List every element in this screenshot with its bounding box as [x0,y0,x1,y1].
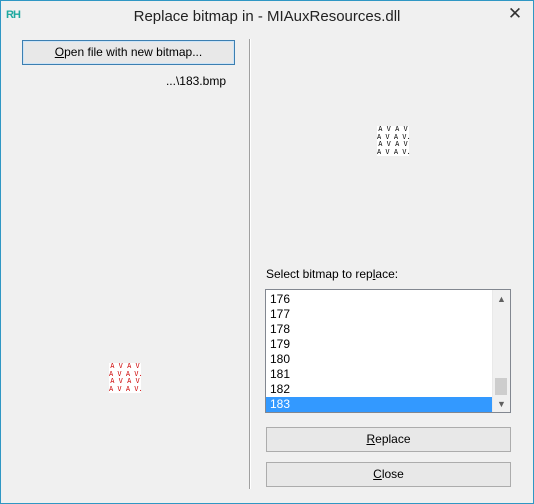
new-bitmap-preview: A V A V A V A V. A V A V A V A V. [109,362,143,393]
replace-button-label: eplace [375,432,411,446]
open-file-button-label: pen file with new bitmap... [64,45,203,59]
bitmap-listbox[interactable]: 176 177 178 179 180 181 182 183 ▲ ▼ [265,289,511,413]
list-item[interactable]: 182 [266,382,494,397]
scroll-thumb[interactable] [495,378,507,395]
list-item-selected[interactable]: 183 [266,397,494,412]
pane-divider-highlight [250,39,251,489]
list-item[interactable]: 179 [266,337,494,352]
preview-line: A V A V. [109,384,143,393]
scroll-down-icon[interactable]: ▼ [496,397,507,411]
close-button[interactable]: Close [266,462,511,487]
listbox-scrollbar[interactable]: ▲ ▼ [492,290,510,412]
open-file-button-accel: O [54,45,65,59]
close-window-icon[interactable]: ✕ [505,4,525,24]
title-bar[interactable]: RH Replace bitmap in - MIAuxResources.dl… [1,1,533,31]
close-button-accel: C [373,467,382,481]
list-item[interactable]: 177 [266,307,494,322]
select-bitmap-label: Select bitmap to replace: [266,267,398,281]
file-path-label: ...\183.bmp [165,74,226,88]
open-file-button[interactable]: Open file with new bitmap... [22,40,235,65]
replace-button-accel: R [366,432,376,446]
preview-line: A V A V. [377,147,411,156]
dialog-window: RH Replace bitmap in - MIAuxResources.dl… [0,0,534,504]
label-text-end: ace: [375,267,399,281]
window-title: Replace bitmap in - MIAuxResources.dll [133,8,401,25]
scroll-up-icon[interactable]: ▲ [496,292,507,306]
list-item[interactable]: 180 [266,352,494,367]
replace-button[interactable]: Replace [266,427,511,452]
current-bitmap-preview: A V A V A V A V. A V A V A V A V. [377,125,411,156]
close-button-label: lose [381,467,404,481]
list-item[interactable]: 181 [266,367,494,382]
list-item[interactable]: 176 [266,292,494,307]
label-text: Select bitmap to rep [266,267,373,281]
list-item[interactable]: 178 [266,322,494,337]
